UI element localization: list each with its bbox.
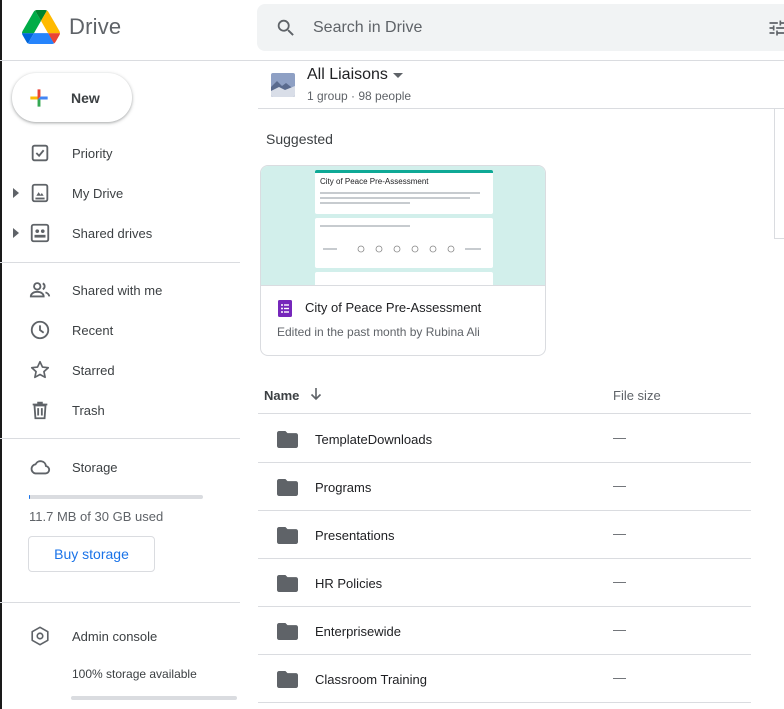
group-title[interactable]: All Liaisons	[307, 66, 388, 84]
sidebar-item-trash[interactable]: Trash	[0, 392, 240, 428]
sidebar-item-label: Priority	[72, 145, 113, 161]
file-list-header: Name File size	[258, 378, 751, 414]
sidebar-divider	[0, 438, 240, 439]
google-forms-icon	[278, 300, 292, 317]
sidebar-divider	[0, 262, 240, 263]
thumbnail-title: City of Peace Pre-Assessment	[320, 177, 429, 186]
folder-icon	[277, 479, 298, 496]
file-row[interactable]: TemplateDownloads —	[258, 415, 751, 463]
folder-icon	[277, 575, 298, 592]
file-name: Enterprisewide	[315, 624, 401, 639]
sidebar-item-my-drive[interactable]: My Drive	[0, 175, 240, 211]
admin-hexagon-icon	[31, 626, 49, 646]
folder-icon	[277, 431, 298, 448]
sidebar-item-shared-drives[interactable]: Shared drives	[0, 215, 240, 251]
header-divider	[0, 60, 784, 61]
sidebar-item-shared-with-me[interactable]: Shared with me	[0, 272, 240, 308]
file-name: Programs	[315, 480, 372, 495]
file-size: —	[613, 574, 626, 589]
people-icon	[29, 282, 51, 298]
search-options-icon[interactable]	[767, 18, 784, 38]
expand-caret-icon[interactable]	[12, 188, 20, 198]
main-divider	[258, 108, 784, 109]
shared-drives-icon	[30, 223, 50, 243]
storage-progress-bar	[29, 495, 203, 499]
storage-progress-fill	[29, 495, 30, 499]
search-input[interactable]	[313, 18, 733, 37]
new-button[interactable]: New	[12, 73, 132, 122]
file-size: —	[613, 622, 626, 637]
file-name: TemplateDownloads	[315, 432, 433, 447]
file-size: —	[613, 430, 626, 445]
column-header-file-size[interactable]: File size	[613, 388, 661, 403]
sidebar-divider	[0, 602, 240, 603]
sidebar-item-storage[interactable]: Storage	[0, 449, 240, 485]
card-file-subtitle: Edited in the past month by Rubina Ali	[277, 325, 480, 339]
sidebar-item-label: My Drive	[72, 185, 124, 201]
group-avatar	[271, 73, 295, 97]
details-panel-edge	[774, 108, 775, 238]
sidebar-item-label: Starred	[72, 362, 115, 378]
file-size: —	[613, 478, 626, 493]
sort-arrow-down-icon[interactable]	[309, 387, 323, 401]
sidebar-item-label: Shared drives	[72, 225, 153, 241]
sidebar-item-admin-console[interactable]: Admin console	[0, 618, 240, 654]
sidebar-item-label: Trash	[72, 402, 105, 418]
card-divider	[261, 285, 545, 286]
trash-icon	[32, 401, 48, 420]
plus-icon	[30, 88, 48, 107]
file-name: HR Policies	[315, 576, 383, 591]
new-button-label: New	[71, 89, 100, 106]
expand-caret-icon[interactable]	[12, 228, 20, 238]
column-header-name[interactable]: Name	[264, 388, 299, 403]
admin-storage-note: 100% storage available	[72, 667, 197, 681]
file-name: Classroom Training	[315, 672, 427, 687]
buy-storage-button[interactable]: Buy storage	[28, 536, 155, 572]
file-name: Presentations	[315, 528, 395, 543]
file-row[interactable]: Enterprisewide —	[258, 607, 751, 655]
dropdown-arrow-icon[interactable]	[392, 72, 404, 80]
folder-icon	[277, 623, 298, 640]
drive-logo-icon	[22, 10, 60, 44]
sidebar-item-label: Recent	[72, 322, 114, 338]
priority-icon	[31, 144, 49, 162]
folder-icon	[277, 527, 298, 544]
file-size: —	[613, 670, 626, 685]
sidebar-item-label: Admin console	[72, 628, 158, 644]
clock-icon	[30, 320, 50, 340]
card-file-title: City of Peace Pre-Assessment	[305, 300, 482, 315]
file-row[interactable]: HR Policies —	[258, 559, 751, 607]
cloud-icon	[30, 460, 51, 475]
file-size: —	[613, 526, 626, 541]
folder-icon	[277, 671, 298, 688]
suggested-heading: Suggested	[266, 131, 333, 147]
sidebar-item-label: Shared with me	[72, 282, 163, 298]
drive-logo[interactable]: Drive	[22, 10, 121, 44]
storage-used-text: 11.7 MB of 30 GB used	[29, 509, 164, 524]
details-panel-edge	[774, 238, 784, 239]
admin-storage-bar	[71, 696, 237, 700]
group-subtitle: 1 group · 98 people	[307, 89, 412, 103]
star-icon	[30, 360, 50, 379]
my-drive-icon	[31, 183, 49, 203]
search-icon[interactable]	[275, 17, 297, 39]
file-row[interactable]: Presentations —	[258, 511, 751, 559]
file-row[interactable]: Programs —	[258, 463, 751, 511]
sidebar-item-starred[interactable]: Starred	[0, 352, 240, 388]
suggested-file-card[interactable]: City of Peace Pre-Assessment City of Pea…	[260, 165, 546, 356]
sidebar-item-label: Storage	[72, 459, 118, 475]
sidebar-item-recent[interactable]: Recent	[0, 312, 240, 348]
file-thumbnail: City of Peace Pre-Assessment	[261, 166, 545, 286]
sidebar-item-priority[interactable]: Priority	[0, 135, 240, 171]
file-row[interactable]: Classroom Training —	[258, 655, 751, 703]
app-name: Drive	[69, 14, 122, 39]
search-bar[interactable]	[257, 4, 784, 51]
